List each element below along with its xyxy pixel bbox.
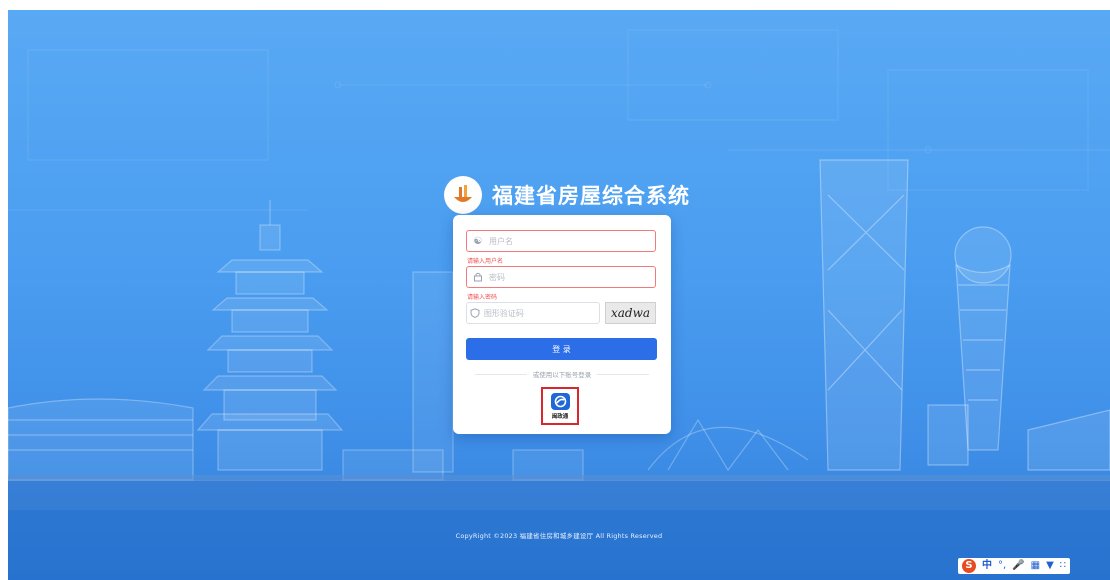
brand-header: 福建省房屋综合系统 [444,173,690,217]
microphone-icon[interactable]: 🎤 [1012,560,1024,572]
divider-line [597,373,649,375]
login-background: 福建省房屋综合系统 ☯ 请输入用户名 请输入密码 xadwa 登 录 或使用以下… [8,10,1110,580]
minzhengtong-login-button[interactable]: 闽政通 [541,387,579,425]
login-button[interactable]: 登 录 [466,338,657,360]
ime-punctuation-toggle[interactable]: °, [998,560,1006,572]
lock-icon [467,272,489,282]
password-error: 请输入密码 [467,294,498,301]
username-input[interactable] [489,236,639,246]
username-error: 请输入用户名 [467,258,504,265]
shield-icon [467,308,484,318]
captcha-text: xadwa [610,306,651,320]
password-field[interactable] [466,266,656,288]
minzhengtong-icon [550,392,570,410]
login-card: ☯ 请输入用户名 请输入密码 xadwa 登 录 或使用以下账号登录 [453,215,671,434]
alt-login-divider: 或使用以下账号登录 [475,369,649,379]
captcha-field[interactable] [466,302,600,324]
system-title: 福建省房屋综合系统 [492,184,690,208]
password-input[interactable] [489,272,639,282]
logo [444,176,482,214]
sogou-logo[interactable]: S [962,559,976,573]
username-field[interactable]: ☯ [466,230,656,252]
building-logo-icon [454,185,472,202]
grid-icon[interactable]: ∷ [1060,560,1066,572]
shirt-icon[interactable]: ▼ [1046,560,1054,572]
divider-line [475,373,527,375]
copyright-footer: CopyRight ©2023 福建省住房和城乡建设厅 All Rights R… [455,532,663,540]
ime-toolbar: S 中 °, 🎤 ▦ ▼ ∷ [958,558,1071,574]
ime-language-toggle[interactable]: 中 [982,560,992,572]
user-icon: ☯ [473,235,483,247]
keyboard-icon[interactable]: ▦ [1031,560,1040,572]
minzhengtong-label: 闽政通 [551,413,569,420]
divider-text: 或使用以下账号登录 [532,371,592,379]
captcha-image[interactable]: xadwa [605,302,656,324]
captcha-input[interactable] [483,308,599,318]
